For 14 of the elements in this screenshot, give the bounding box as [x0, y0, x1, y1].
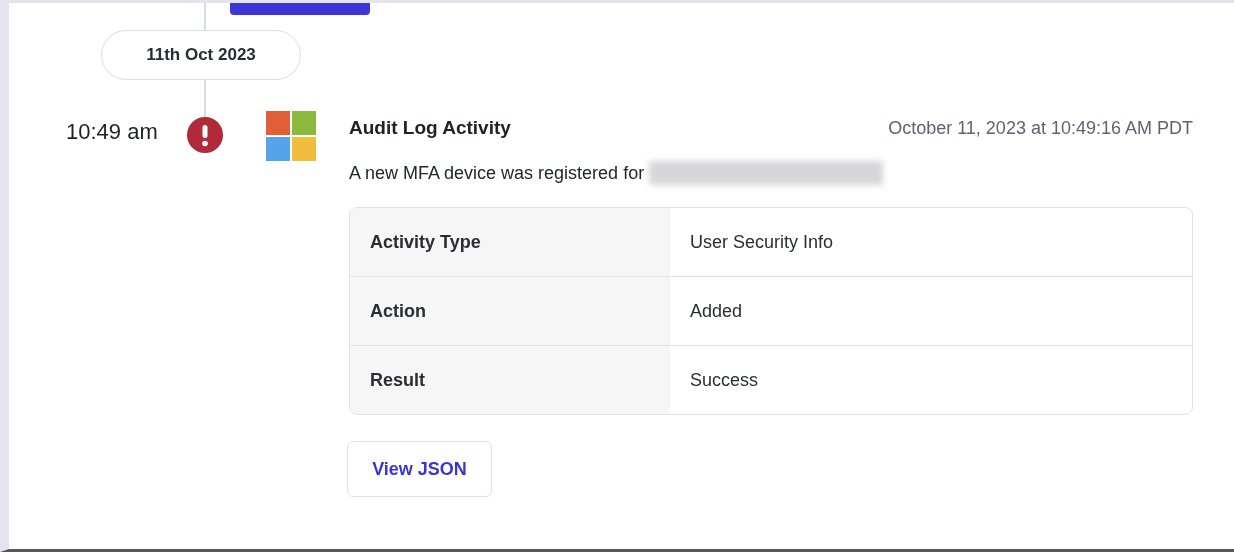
timestamp: October 11, 2023 at 10:49:16 AM PDT	[888, 117, 1193, 139]
table-cell: Result	[350, 346, 670, 414]
table-cell: Activity Type	[350, 208, 670, 276]
table-cell: Action	[350, 277, 670, 345]
description: A new MFA device was registered for	[349, 162, 645, 184]
table-cell-text: User Security Info	[689, 230, 835, 254]
top-button[interactable]	[230, 3, 370, 15]
table-cell-text: Added	[689, 299, 744, 323]
activity-title: Audit Log Activity	[349, 117, 511, 139]
date-pill: 11th Oct 2023	[101, 30, 301, 80]
entry-time: 10:49 am	[66, 119, 159, 145]
table-cell-text: Success	[689, 368, 760, 392]
view-json-button[interactable]: View JSON	[347, 441, 492, 497]
windows-logo-icon	[266, 111, 316, 161]
